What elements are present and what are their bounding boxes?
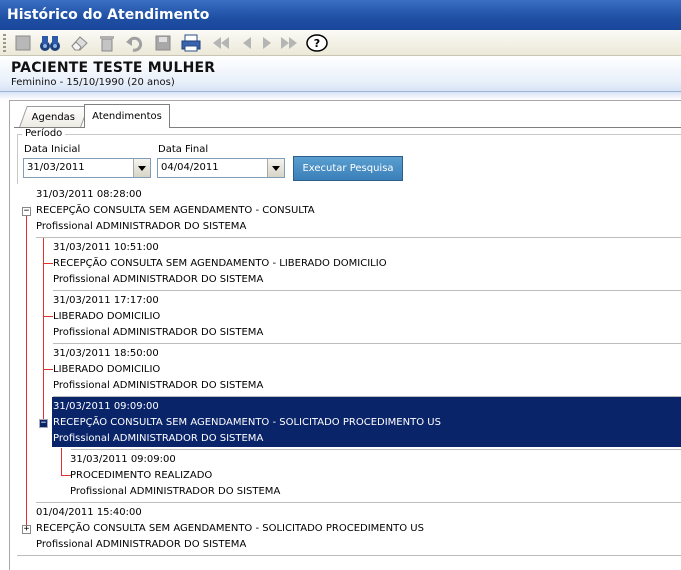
start-date-value: 31/03/2011	[27, 162, 85, 173]
expand-toggle[interactable]: +	[22, 525, 31, 534]
patient-info: Feminino - 15/10/1990 (20 anos)	[11, 77, 175, 88]
tab-agendas[interactable]: Agendas	[19, 106, 89, 127]
chevron-down-icon	[138, 165, 146, 171]
help-icon[interactable]: ?	[306, 33, 328, 53]
node-title[interactable]: LIBERADO DOMICILIO	[53, 311, 160, 322]
svg-text:?: ?	[314, 37, 320, 50]
end-date-field[interactable]: 04/04/2011	[157, 158, 285, 178]
toolbar: ?	[0, 30, 681, 56]
node-datetime: 31/03/2011 09:09:00	[70, 454, 176, 465]
last-icon[interactable]	[278, 33, 300, 53]
node-datetime: 31/03/2011 08:28:00	[36, 189, 142, 200]
toolbar-grip[interactable]	[3, 34, 6, 52]
tree-connector	[43, 316, 53, 317]
node-professional: Profissional ADMINISTRADOR DO SISTEMA	[70, 486, 281, 497]
tree-connector	[26, 210, 27, 528]
printer-icon[interactable]	[180, 33, 202, 53]
binoculars-icon[interactable]	[39, 33, 61, 53]
start-date-field[interactable]: 31/03/2011	[23, 158, 151, 178]
first-icon[interactable]	[210, 33, 232, 53]
row-divider	[53, 290, 681, 291]
patient-header: PACIENTE TESTE MULHER Feminino - 15/10/1…	[0, 56, 681, 92]
end-date-label: Data Final	[158, 144, 209, 155]
start-date-label: Data Inicial	[24, 144, 81, 155]
node-title[interactable]: LIBERADO DOMICILIO	[53, 364, 160, 375]
end-date-value: 04/04/2011	[161, 162, 219, 173]
window-title: Histórico do Atendimento	[7, 7, 210, 23]
node-professional: Profissional ADMINISTRADOR DO SISTEMA	[53, 433, 264, 444]
node-professional: Profissional ADMINISTRADOR DO SISTEMA	[53, 327, 264, 338]
patient-name: PACIENTE TESTE MULHER	[11, 60, 216, 76]
new-icon[interactable]	[12, 33, 34, 53]
tree-connector	[43, 263, 53, 264]
period-label: Período	[22, 128, 66, 139]
end-date-dropdown-button[interactable]	[267, 159, 284, 177]
node-datetime: 31/03/2011 17:17:00	[53, 295, 159, 306]
node-professional: Profissional ADMINISTRADOR DO SISTEMA	[36, 539, 247, 550]
node-title[interactable]: RECEPÇÃO CONSULTA SEM AGENDAMENTO - CONS…	[36, 205, 315, 216]
search-button[interactable]: Executar Pesquisa	[293, 156, 403, 181]
node-title[interactable]: RECEPÇÃO CONSULTA SEM AGENDAMENTO - LIBE…	[53, 258, 387, 269]
chevron-down-icon	[272, 165, 280, 171]
tab-atendimentos[interactable]: Atendimentos	[84, 104, 170, 128]
save-icon[interactable]	[152, 33, 174, 53]
row-divider	[53, 343, 681, 344]
node-datetime: 01/04/2011 15:40:00	[36, 507, 142, 518]
tree-connector	[43, 237, 44, 421]
start-date-dropdown-button[interactable]	[133, 159, 150, 177]
node-title[interactable]: RECEPÇÃO CONSULTA SEM AGENDAMENTO - SOLI…	[36, 523, 424, 534]
row-divider	[36, 237, 681, 238]
header-divider	[0, 92, 681, 100]
node-datetime: 31/03/2011 10:51:00	[53, 242, 159, 253]
history-tree[interactable]: 31/03/2011 08:28:00 − RECEPÇÃO CONSULTA …	[17, 185, 681, 564]
next-icon[interactable]	[256, 33, 278, 53]
undo-icon[interactable]	[124, 33, 146, 53]
trash-icon[interactable]	[96, 33, 118, 53]
tree-connector	[43, 369, 53, 370]
node-datetime: 31/03/2011 09:09:00	[53, 401, 159, 412]
node-datetime: 31/03/2011 18:50:00	[53, 348, 159, 359]
eraser-icon[interactable]	[68, 33, 90, 53]
window-title-bar: Histórico do Atendimento	[0, 0, 681, 30]
node-professional: Profissional ADMINISTRADOR DO SISTEMA	[36, 221, 247, 232]
tab-agendas-label: Agendas	[32, 111, 76, 123]
node-professional: Profissional ADMINISTRADOR DO SISTEMA	[53, 380, 264, 391]
row-divider	[17, 555, 681, 556]
collapse-toggle[interactable]: −	[22, 207, 31, 216]
prev-icon[interactable]	[236, 33, 258, 53]
row-divider	[71, 449, 681, 450]
collapse-toggle[interactable]: −	[39, 419, 48, 428]
node-professional: Profissional ADMINISTRADOR DO SISTEMA	[53, 274, 264, 285]
tab-atendimentos-label: Atendimentos	[92, 111, 162, 122]
node-title[interactable]: PROCEDIMENTO REALIZADO	[70, 470, 212, 481]
node-title[interactable]: RECEPÇÃO CONSULTA SEM AGENDAMENTO - SOLI…	[53, 417, 441, 428]
tree-connector	[61, 448, 62, 475]
row-divider	[36, 502, 681, 503]
